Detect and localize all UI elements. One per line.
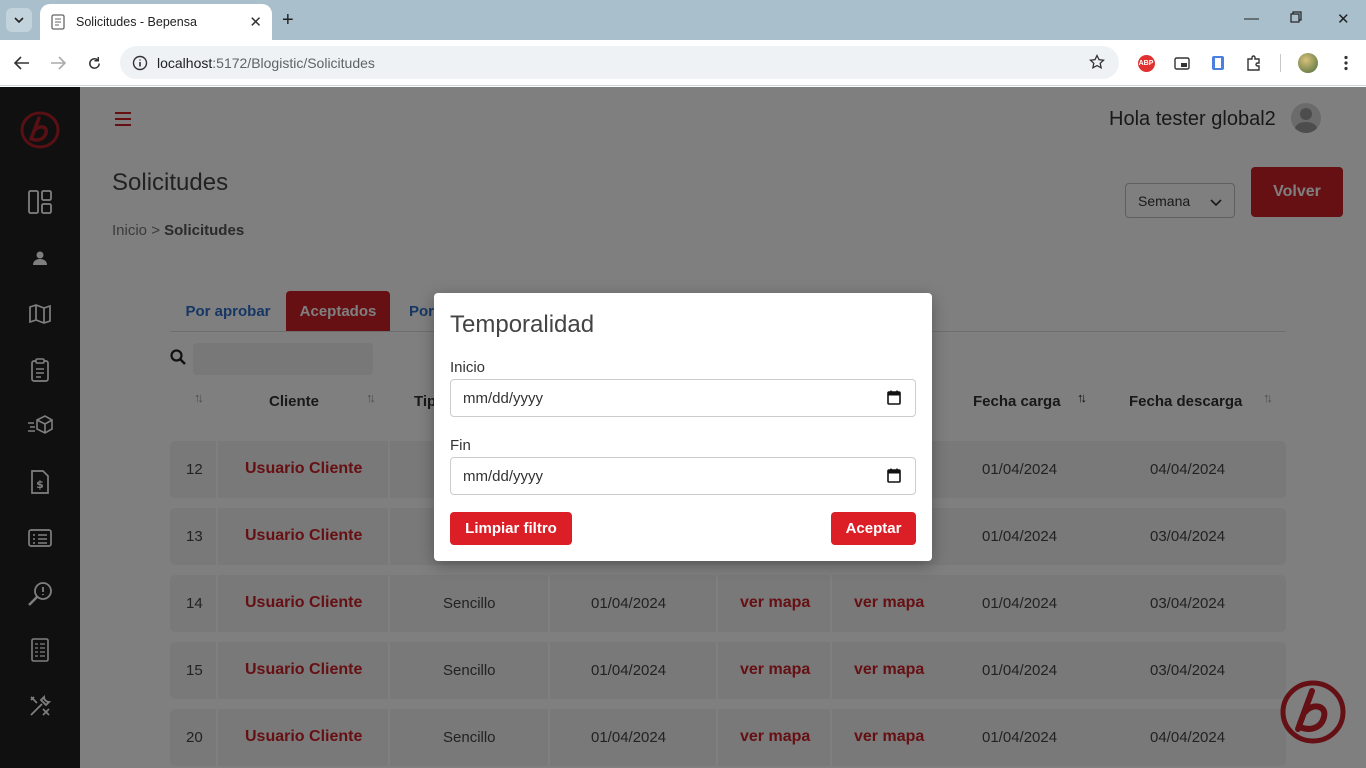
window-close-icon[interactable]: ✕: [1337, 10, 1350, 28]
adblock-extension-icon[interactable]: ABP: [1136, 53, 1156, 73]
browser-menu-icon[interactable]: [1336, 53, 1356, 73]
calendar-icon[interactable]: [887, 468, 901, 487]
forward-arrow-icon[interactable]: [48, 53, 68, 73]
url-text: localhost:5172/Blogistic/Solicitudes: [157, 54, 375, 71]
page-favicon: [50, 14, 66, 30]
extensions-puzzle-icon[interactable]: [1244, 53, 1264, 73]
calendar-icon[interactable]: [887, 390, 901, 409]
chevron-down-icon: [14, 17, 24, 23]
accept-button[interactable]: Aceptar: [831, 512, 916, 545]
start-date-placeholder: mm/dd/yyyy: [463, 390, 544, 407]
address-bar[interactable]: localhost:5172/Blogistic/Solicitudes: [120, 46, 1119, 79]
site-info-icon[interactable]: [124, 55, 156, 71]
end-date-placeholder: mm/dd/yyyy: [463, 468, 544, 485]
tab-search-button[interactable]: [6, 8, 32, 32]
clear-filter-button[interactable]: Limpiar filtro: [450, 512, 572, 545]
temporalidad-modal: Temporalidad Inicio mm/dd/yyyy Fin mm/dd…: [434, 293, 932, 561]
end-date-label: Fin: [450, 437, 471, 454]
browser-toolbar: localhost:5172/Blogistic/Solicitudes ABP: [0, 40, 1366, 86]
back-arrow-icon[interactable]: [12, 53, 32, 73]
toolbar-separator: [1280, 54, 1281, 72]
modal-title: Temporalidad: [450, 311, 595, 338]
reload-icon[interactable]: [84, 53, 104, 73]
browser-tab[interactable]: Solicitudes - Bepensa ✕: [40, 4, 272, 40]
tab-title: Solicitudes - Bepensa: [76, 15, 197, 29]
new-tab-button[interactable]: +: [282, 9, 294, 31]
end-date-input[interactable]: mm/dd/yyyy: [450, 457, 916, 495]
start-date-input[interactable]: mm/dd/yyyy: [450, 379, 916, 417]
restore-icon[interactable]: [1290, 10, 1302, 27]
profile-avatar[interactable]: [1298, 53, 1318, 73]
tab-close-icon[interactable]: ✕: [249, 13, 262, 31]
minimize-icon[interactable]: —: [1244, 10, 1259, 27]
bookmark-star-icon[interactable]: [1089, 53, 1105, 75]
start-date-label: Inicio: [450, 359, 486, 376]
doc-extension-icon[interactable]: [1208, 53, 1228, 73]
browser-tabbar: Solicitudes - Bepensa ✕ + — ✕: [0, 0, 1366, 40]
pip-extension-icon[interactable]: [1172, 53, 1192, 73]
